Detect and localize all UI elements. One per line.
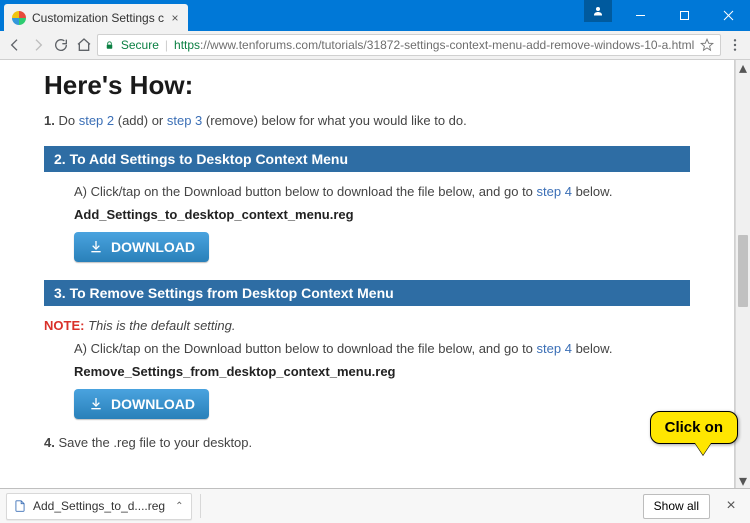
note-line: NOTE: This is the default setting. [44, 318, 690, 333]
show-all-button[interactable]: Show all [643, 494, 710, 519]
download-item[interactable]: Add_Settings_to_d....reg ⌃ [6, 493, 192, 520]
page-content[interactable]: Here's How: 1. Do step 2 (add) or step 3… [0, 60, 735, 488]
downloads-bar: Add_Settings_to_d....reg ⌃ Show all × [0, 488, 750, 523]
back-button[interactable] [6, 33, 25, 57]
window-controls [618, 0, 750, 31]
bookmark-star-icon[interactable] [700, 38, 714, 52]
tab-strip: Customization Settings c × [0, 0, 188, 31]
window-titlebar: Customization Settings c × [0, 0, 750, 31]
page-viewport: Here's How: 1. Do step 2 (add) or step 3… [0, 60, 750, 488]
download-icon [88, 239, 104, 255]
link-step-4-a[interactable]: step 4 [537, 184, 572, 199]
download-icon [88, 396, 104, 412]
profile-icon[interactable] [584, 0, 612, 22]
secure-label: Secure [121, 38, 159, 52]
section-2-line-a: A) Click/tap on the Download button belo… [44, 184, 690, 199]
filename-remove: Remove_Settings_from_desktop_context_men… [44, 364, 690, 379]
maximize-button[interactable] [662, 0, 706, 31]
link-step-4-b[interactable]: step 4 [537, 341, 572, 356]
download-button-remove[interactable]: DOWNLOAD [74, 389, 209, 419]
filename-add: Add_Settings_to_desktop_context_menu.reg [44, 207, 690, 222]
download-item-filename: Add_Settings_to_d....reg [33, 499, 165, 513]
address-bar[interactable]: Secure | https://www.tenforums.com/tutor… [97, 34, 721, 56]
section-3-header: 3. To Remove Settings from Desktop Conte… [44, 280, 690, 306]
step-4: 4. Save the .reg file to your desktop. [44, 435, 690, 450]
tab-favicon [12, 11, 26, 25]
browser-tab[interactable]: Customization Settings c × [4, 4, 188, 31]
download-button-add[interactable]: DOWNLOAD [74, 232, 209, 262]
home-button[interactable] [74, 33, 93, 57]
page-heading: Here's How: [44, 70, 690, 101]
chevron-up-icon[interactable]: ⌃ [175, 501, 183, 512]
browser-toolbar: Secure | https://www.tenforums.com/tutor… [0, 31, 750, 60]
close-icon[interactable]: × [170, 13, 180, 23]
url-text: https://www.tenforums.com/tutorials/3187… [174, 38, 694, 52]
file-icon [13, 499, 27, 513]
section-2-header: 2. To Add Settings to Desktop Context Me… [44, 146, 690, 172]
scroll-thumb[interactable] [738, 235, 748, 307]
link-step-3[interactable]: step 3 [167, 113, 202, 128]
scroll-up-icon[interactable]: ▴ [736, 60, 750, 75]
section-3-line-a: A) Click/tap on the Download button belo… [44, 341, 690, 356]
step-1: 1. Do step 2 (add) or step 3 (remove) be… [44, 113, 690, 128]
lock-icon [104, 40, 115, 51]
close-button[interactable] [706, 0, 750, 31]
tab-title: Customization Settings c [32, 11, 164, 25]
downloads-close-button[interactable]: × [718, 493, 744, 519]
annotation-callout: Click on [650, 411, 738, 444]
scroll-down-icon[interactable]: ▾ [736, 473, 750, 488]
minimize-button[interactable] [618, 0, 662, 31]
reload-button[interactable] [51, 33, 70, 57]
link-step-2[interactable]: step 2 [79, 113, 114, 128]
browser-menu-button[interactable] [725, 33, 744, 57]
forward-button[interactable] [29, 33, 48, 57]
